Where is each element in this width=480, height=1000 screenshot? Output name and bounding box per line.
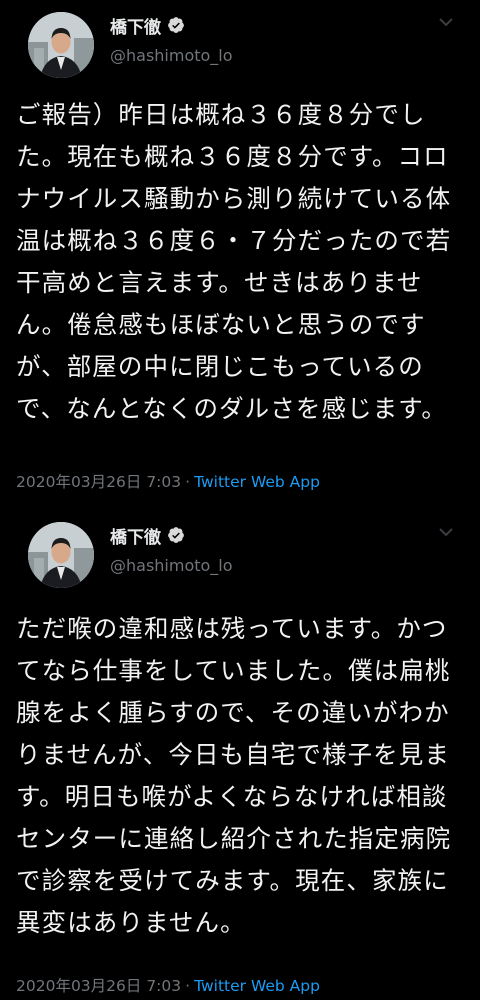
source-link[interactable]: Twitter Web App [194, 473, 320, 491]
verified-badge-icon [168, 17, 184, 33]
display-name[interactable]: 橋下徹 [110, 523, 161, 548]
display-name-row: 橋下徹 [110, 12, 233, 38]
handle[interactable]: @hashimoto_lo [110, 46, 233, 65]
verified-badge-icon [168, 527, 184, 543]
avatar[interactable] [28, 522, 94, 588]
meta-separator: · [185, 977, 191, 995]
tweet-text: ただ喉の違和感は残っています。かつてなら仕事をしていました。僕は扁桃腺をよく腫ら… [16, 614, 452, 937]
tweet-meta: 2020年03月26日 7:03 · Twitter Web App [14, 470, 320, 492]
display-name[interactable]: 橋下徹 [110, 13, 161, 38]
timestamp[interactable]: 2020年03月26日 7:03 [16, 977, 181, 995]
tweet[interactable]: 橋下徹 @hashimoto_lo ただ喉の違和感は残っています。かつてなら仕事… [0, 510, 480, 1000]
avatar[interactable] [28, 12, 94, 78]
chevron-down-icon[interactable] [436, 522, 456, 542]
author-names: 橋下徹 @hashimoto_lo [110, 12, 233, 65]
author-names: 橋下徹 @hashimoto_lo [110, 522, 233, 575]
tweet-meta: 2020年03月26日 7:03 · Twitter Web App [14, 974, 320, 996]
chevron-down-icon[interactable] [436, 12, 456, 32]
tweet-text: ご報告）昨日は概ね３６度８分でした。現在も概ね３６度８分です。コロナウイルス騒動… [16, 100, 452, 423]
tweet-header: 橋下徹 @hashimoto_lo [14, 510, 466, 602]
display-name-row: 橋下徹 [110, 522, 233, 548]
meta-separator: · [185, 473, 191, 491]
handle[interactable]: @hashimoto_lo [110, 556, 233, 575]
tweet[interactable]: 橋下徹 @hashimoto_lo ご報告）昨日は概ね３６度８分でした。現在も概… [0, 0, 480, 510]
source-link[interactable]: Twitter Web App [194, 977, 320, 995]
tweet-header: 橋下徹 @hashimoto_lo [14, 0, 466, 92]
timestamp[interactable]: 2020年03月26日 7:03 [16, 473, 181, 491]
